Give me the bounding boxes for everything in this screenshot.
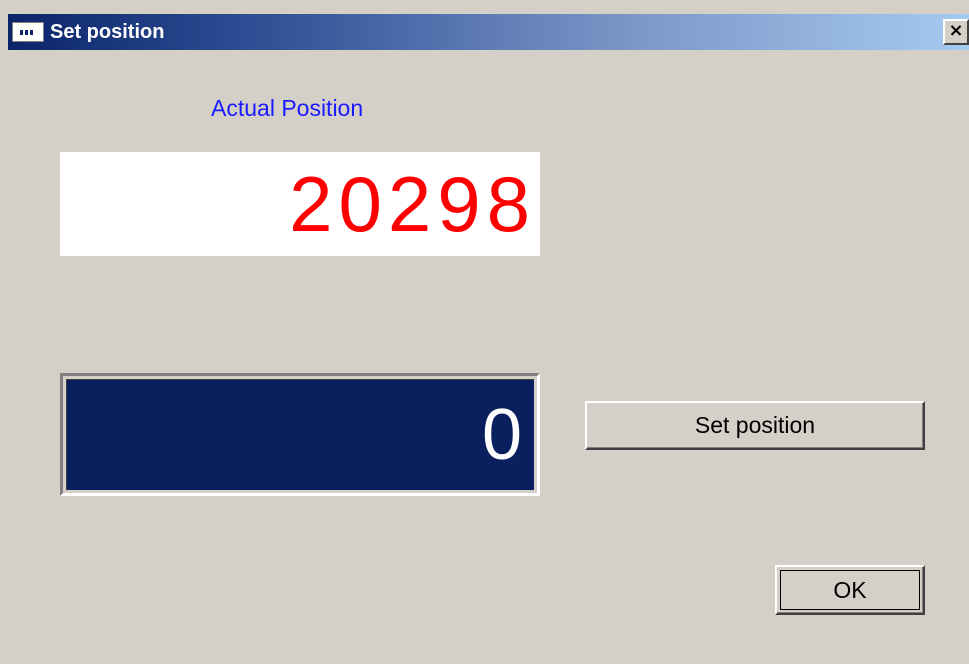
- window-title: Set position: [50, 21, 165, 43]
- actual-position-display: 20298: [60, 152, 540, 256]
- set-position-button[interactable]: Set position: [585, 401, 925, 450]
- ok-focus-rect: [780, 570, 920, 610]
- new-position-value[interactable]: 0: [482, 394, 522, 476]
- close-icon[interactable]: ×: [943, 19, 969, 45]
- actual-position-value: 20298: [289, 160, 536, 248]
- app-window-icon: [12, 22, 44, 42]
- title-bar[interactable]: Set position ×: [8, 14, 969, 50]
- new-position-input[interactable]: 0: [60, 373, 540, 496]
- new-position-field[interactable]: 0: [66, 379, 534, 490]
- ok-button[interactable]: OK: [775, 565, 925, 615]
- set-position-dialog: Set position × Actual Position 20298 0 S…: [0, 0, 969, 664]
- actual-position-label: Actual Position: [211, 95, 364, 121]
